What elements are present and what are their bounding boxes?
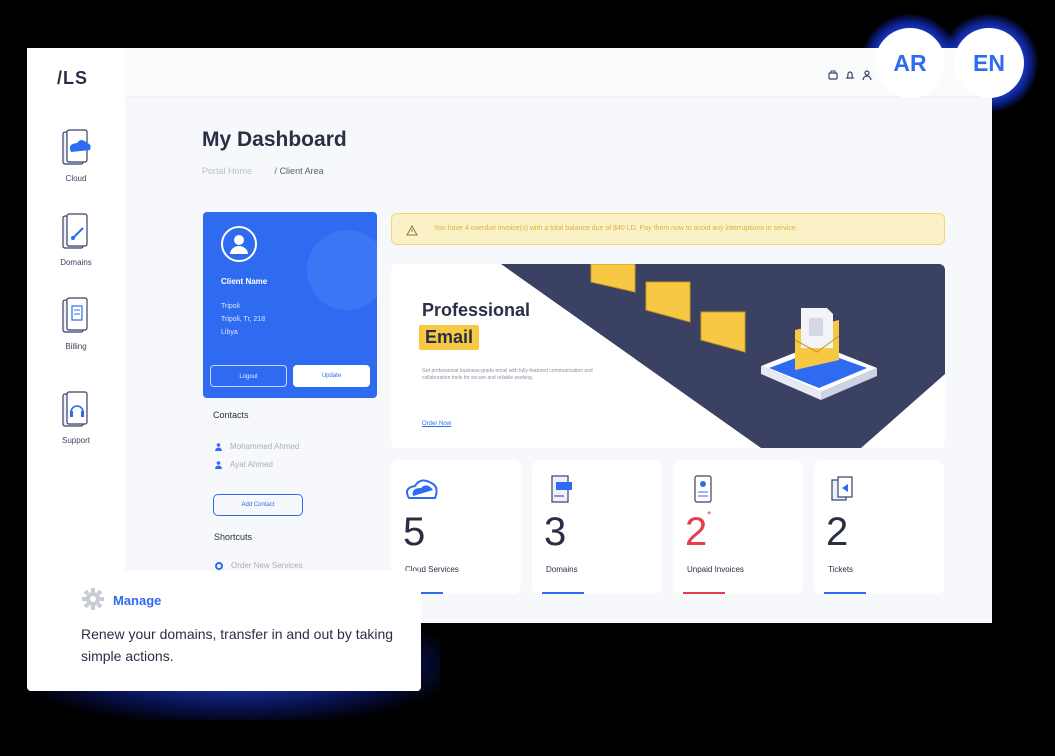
sidebar-item-support[interactable]: Support bbox=[41, 390, 111, 445]
sidebar-item-label: Billing bbox=[65, 342, 87, 351]
alert-text: You have 4 overdue invoice(s) with a tot… bbox=[434, 225, 798, 232]
stat-label: Tickets bbox=[828, 565, 854, 574]
stat-label: Unpaid Invoices bbox=[687, 565, 744, 574]
cart-icon[interactable] bbox=[828, 67, 838, 80]
client-address: Tripoli Tripoli, Tr, 218 Libya bbox=[221, 303, 266, 336]
dashboard-window: /LS Cloud Domains Billing Support My Das… bbox=[27, 48, 992, 623]
gear-icon bbox=[82, 588, 104, 610]
manage-card: Manage Renew your domains, transfer in a… bbox=[27, 571, 421, 691]
client-name: Client Name bbox=[221, 277, 268, 286]
add-contact-button[interactable]: Add Contact bbox=[213, 494, 303, 516]
stat-value: 3 bbox=[544, 510, 567, 554]
stat-card-tickets[interactable]: 2 Tickets bbox=[814, 460, 944, 594]
sidebar-item-label: Domains bbox=[60, 258, 92, 267]
stat-value: 2 bbox=[826, 510, 849, 554]
stat-value: 2* bbox=[685, 510, 712, 554]
language-en-button[interactable]: EN bbox=[954, 28, 1024, 98]
shortcut-item[interactable]: Order New Services bbox=[215, 561, 303, 570]
billing-icon bbox=[62, 297, 88, 333]
stat-bar bbox=[824, 592, 866, 594]
sidebar-item-cloud[interactable]: Cloud bbox=[41, 128, 111, 183]
contact-item[interactable]: Ayat Ahmed bbox=[215, 460, 273, 469]
logout-button[interactable]: Logout bbox=[210, 365, 287, 387]
stat-card-domains[interactable]: 3 Domains bbox=[532, 460, 662, 594]
banner-title-line2: Email bbox=[419, 325, 480, 350]
cloud-icon bbox=[406, 479, 438, 499]
logo: /LS bbox=[57, 68, 89, 88]
update-button[interactable]: Update bbox=[293, 365, 370, 387]
alert-marker: * bbox=[707, 510, 712, 521]
user-icon[interactable] bbox=[862, 67, 872, 81]
stat-bar bbox=[542, 592, 584, 594]
sidebar-item-label: Cloud bbox=[65, 174, 87, 183]
overdue-alert: You have 4 overdue invoice(s) with a tot… bbox=[391, 213, 945, 245]
sidebar-item-billing[interactable]: Billing bbox=[41, 296, 111, 351]
topbar bbox=[125, 48, 992, 96]
contacts-title: Contacts bbox=[213, 410, 249, 420]
stat-card-unpaid-invoices[interactable]: 2* Unpaid Invoices bbox=[673, 460, 803, 594]
breadcrumb-client-area: Client Area bbox=[279, 166, 324, 176]
stat-bar bbox=[683, 592, 725, 594]
language-ar-button[interactable]: AR bbox=[875, 28, 945, 98]
stat-label: Domains bbox=[546, 565, 578, 574]
breadcrumb-portal-home[interactable]: Portal Home bbox=[202, 166, 252, 176]
sidebar-item-label: Support bbox=[61, 436, 91, 445]
contact-item[interactable]: Mohammed Ahmed bbox=[215, 442, 299, 451]
bell-icon[interactable] bbox=[845, 67, 855, 79]
person-icon bbox=[215, 443, 222, 451]
breadcrumb: Portal Home / Client Area bbox=[202, 166, 324, 176]
page-title: My Dashboard bbox=[202, 128, 347, 151]
stat-value: 5 bbox=[403, 510, 426, 554]
invoice-icon bbox=[694, 475, 712, 503]
support-icon bbox=[62, 391, 88, 427]
manage-title: Manage bbox=[113, 593, 162, 608]
shortcuts-title: Shortcuts bbox=[214, 532, 253, 542]
tickets-icon bbox=[831, 476, 853, 501]
professional-email-banner: Professional Email Get professional busi… bbox=[391, 264, 945, 448]
sidebar-item-domains[interactable]: Domains bbox=[41, 212, 111, 267]
cloud-icon bbox=[62, 129, 91, 165]
domains-icon bbox=[62, 213, 88, 249]
domains-icon bbox=[551, 475, 572, 503]
gear-icon bbox=[215, 561, 223, 570]
avatar bbox=[221, 226, 257, 262]
profile-card: Client Name Tripoli Tripoli, Tr, 218 Lib… bbox=[203, 212, 377, 398]
banner-title-line1: Professional bbox=[422, 300, 531, 320]
manage-text: Renew your domains, transfer in and out … bbox=[81, 626, 394, 664]
warning-icon bbox=[406, 225, 418, 236]
order-now-link[interactable]: Order Now bbox=[422, 421, 451, 427]
person-icon bbox=[215, 461, 222, 469]
banner-description: Get professional business-grade email wi… bbox=[422, 368, 593, 381]
email-illustration bbox=[501, 264, 945, 448]
sidebar: /LS Cloud Domains Billing Support bbox=[27, 48, 125, 623]
